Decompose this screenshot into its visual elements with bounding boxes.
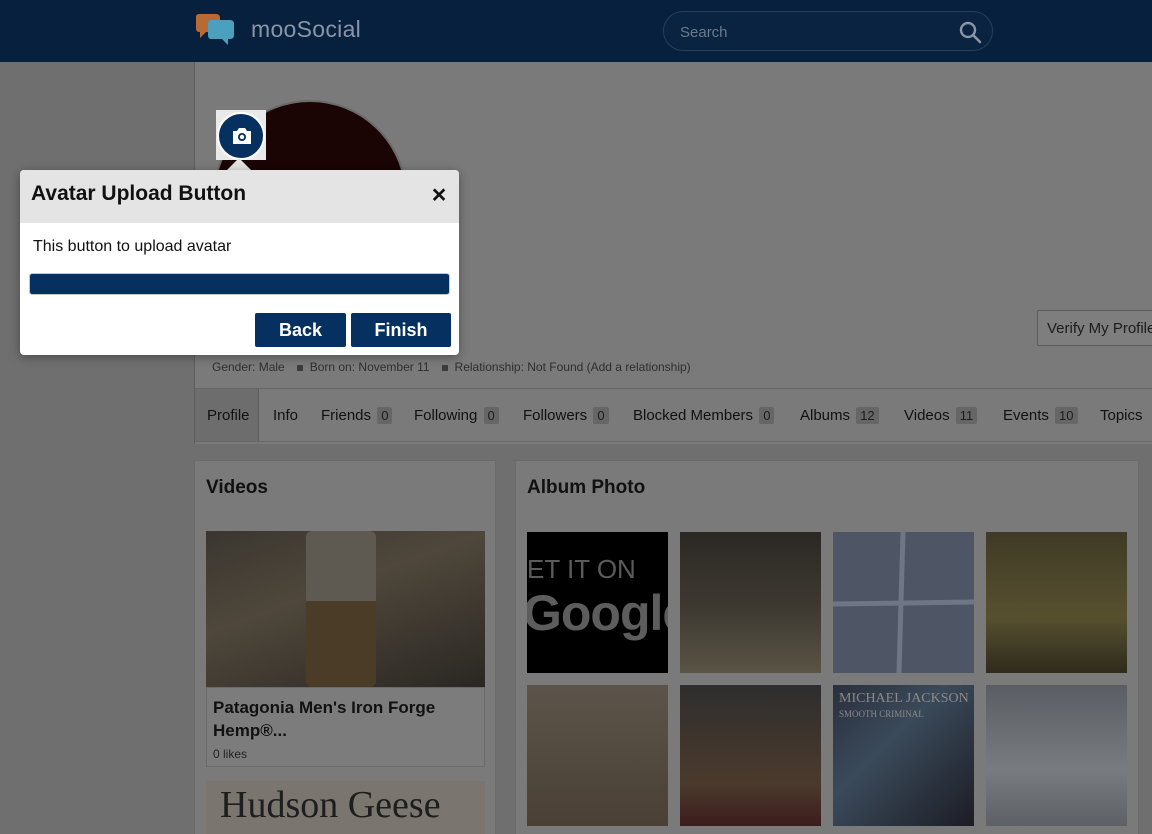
friends-count: 0 xyxy=(377,407,393,424)
camera-icon xyxy=(233,128,251,144)
album-photo[interactable]: ET IT ON Google xyxy=(527,532,668,673)
followers-count: 0 xyxy=(593,407,609,424)
tab-following[interactable]: Following 0 xyxy=(414,389,499,441)
gender-text: Gender: Male xyxy=(212,360,285,374)
back-button[interactable]: Back xyxy=(255,313,346,347)
album-photo[interactable] xyxy=(986,532,1127,673)
video-thumbnail[interactable] xyxy=(206,531,485,687)
video-thumbnail-2-text: Hudson Geese xyxy=(220,784,441,826)
tab-albums[interactable]: Albums 12 xyxy=(800,389,879,441)
video-thumbnail-2[interactable]: Hudson Geese xyxy=(206,781,485,834)
tab-followers[interactable]: Followers 0 xyxy=(523,389,609,441)
tab-profile[interactable]: Profile xyxy=(195,389,259,441)
dialog-title: Avatar Upload Button xyxy=(31,182,247,205)
tab-videos[interactable]: Videos 11 xyxy=(904,389,978,441)
tab-events[interactable]: Events 10 xyxy=(1003,389,1078,441)
album-photo[interactable] xyxy=(986,685,1127,826)
tab-info[interactable]: Info xyxy=(273,389,298,441)
videos-title: Videos xyxy=(206,477,268,498)
tab-friends[interactable]: Friends 0 xyxy=(321,389,393,441)
events-count: 10 xyxy=(1055,407,1078,424)
video-item: Patagonia Men's Iron Forge Hemp®... 0 li… xyxy=(206,687,485,767)
avatar-upload-button[interactable] xyxy=(217,112,265,160)
album-photo[interactable] xyxy=(680,532,821,673)
avatar-tour-dialog: Avatar Upload Button × This button to up… xyxy=(20,170,459,355)
videos-count: 11 xyxy=(955,407,978,424)
profile-tabs: Profile Info Friends 0 Following 0 Follo… xyxy=(195,388,1152,442)
separator xyxy=(441,365,448,371)
album-photo-art xyxy=(833,532,974,673)
album-photo-card: Album Photo ET IT ON Google MICHAEL JACK… xyxy=(515,460,1139,834)
profile-meta: Gender: Male Born on: November 11 Relation… xyxy=(212,360,691,374)
album-photo[interactable] xyxy=(527,685,668,826)
videos-card: Videos Patagonia Men's Iron Forge Hemp®.… xyxy=(194,460,496,834)
tour-progress-fill xyxy=(30,274,449,294)
verify-profile-button[interactable]: Verify My Profile xyxy=(1037,310,1152,346)
tab-blocked-members[interactable]: Blocked Members 0 xyxy=(633,389,775,441)
video-title-link[interactable]: Patagonia Men's Iron Forge Hemp®... xyxy=(213,696,473,742)
tour-progress-bar xyxy=(29,273,450,295)
album-photo[interactable] xyxy=(680,685,821,826)
top-header: mooSocial xyxy=(0,0,1152,62)
moosocial-logo-icon[interactable] xyxy=(194,14,236,46)
search-icon[interactable] xyxy=(958,20,982,44)
dialog-header: Avatar Upload Button × xyxy=(20,170,459,223)
search-input[interactable] xyxy=(680,21,940,43)
finish-button[interactable]: Finish xyxy=(351,313,451,347)
search-box[interactable] xyxy=(663,11,993,51)
blocked-count: 0 xyxy=(759,407,775,424)
close-icon[interactable]: × xyxy=(428,183,450,208)
following-count: 0 xyxy=(483,407,499,424)
tab-topics[interactable]: Topics xyxy=(1100,389,1143,441)
video-thumbnail-figure xyxy=(306,531,376,687)
app-name[interactable]: mooSocial xyxy=(251,16,361,43)
album-title: Album Photo xyxy=(527,477,646,498)
album-photo[interactable]: MICHAEL JACKSON SMOOTH CRIMINAL xyxy=(833,685,974,826)
dialog-body: This button to upload avatar xyxy=(33,238,232,255)
video-likes: 0 likes xyxy=(213,747,248,761)
separator xyxy=(296,365,303,371)
born-text: Born on: November 11 xyxy=(309,360,430,374)
album-photo[interactable] xyxy=(833,532,974,673)
relationship-text[interactable]: Relationship: Not Found (Add a relations… xyxy=(455,360,691,374)
albums-count: 12 xyxy=(856,407,879,424)
